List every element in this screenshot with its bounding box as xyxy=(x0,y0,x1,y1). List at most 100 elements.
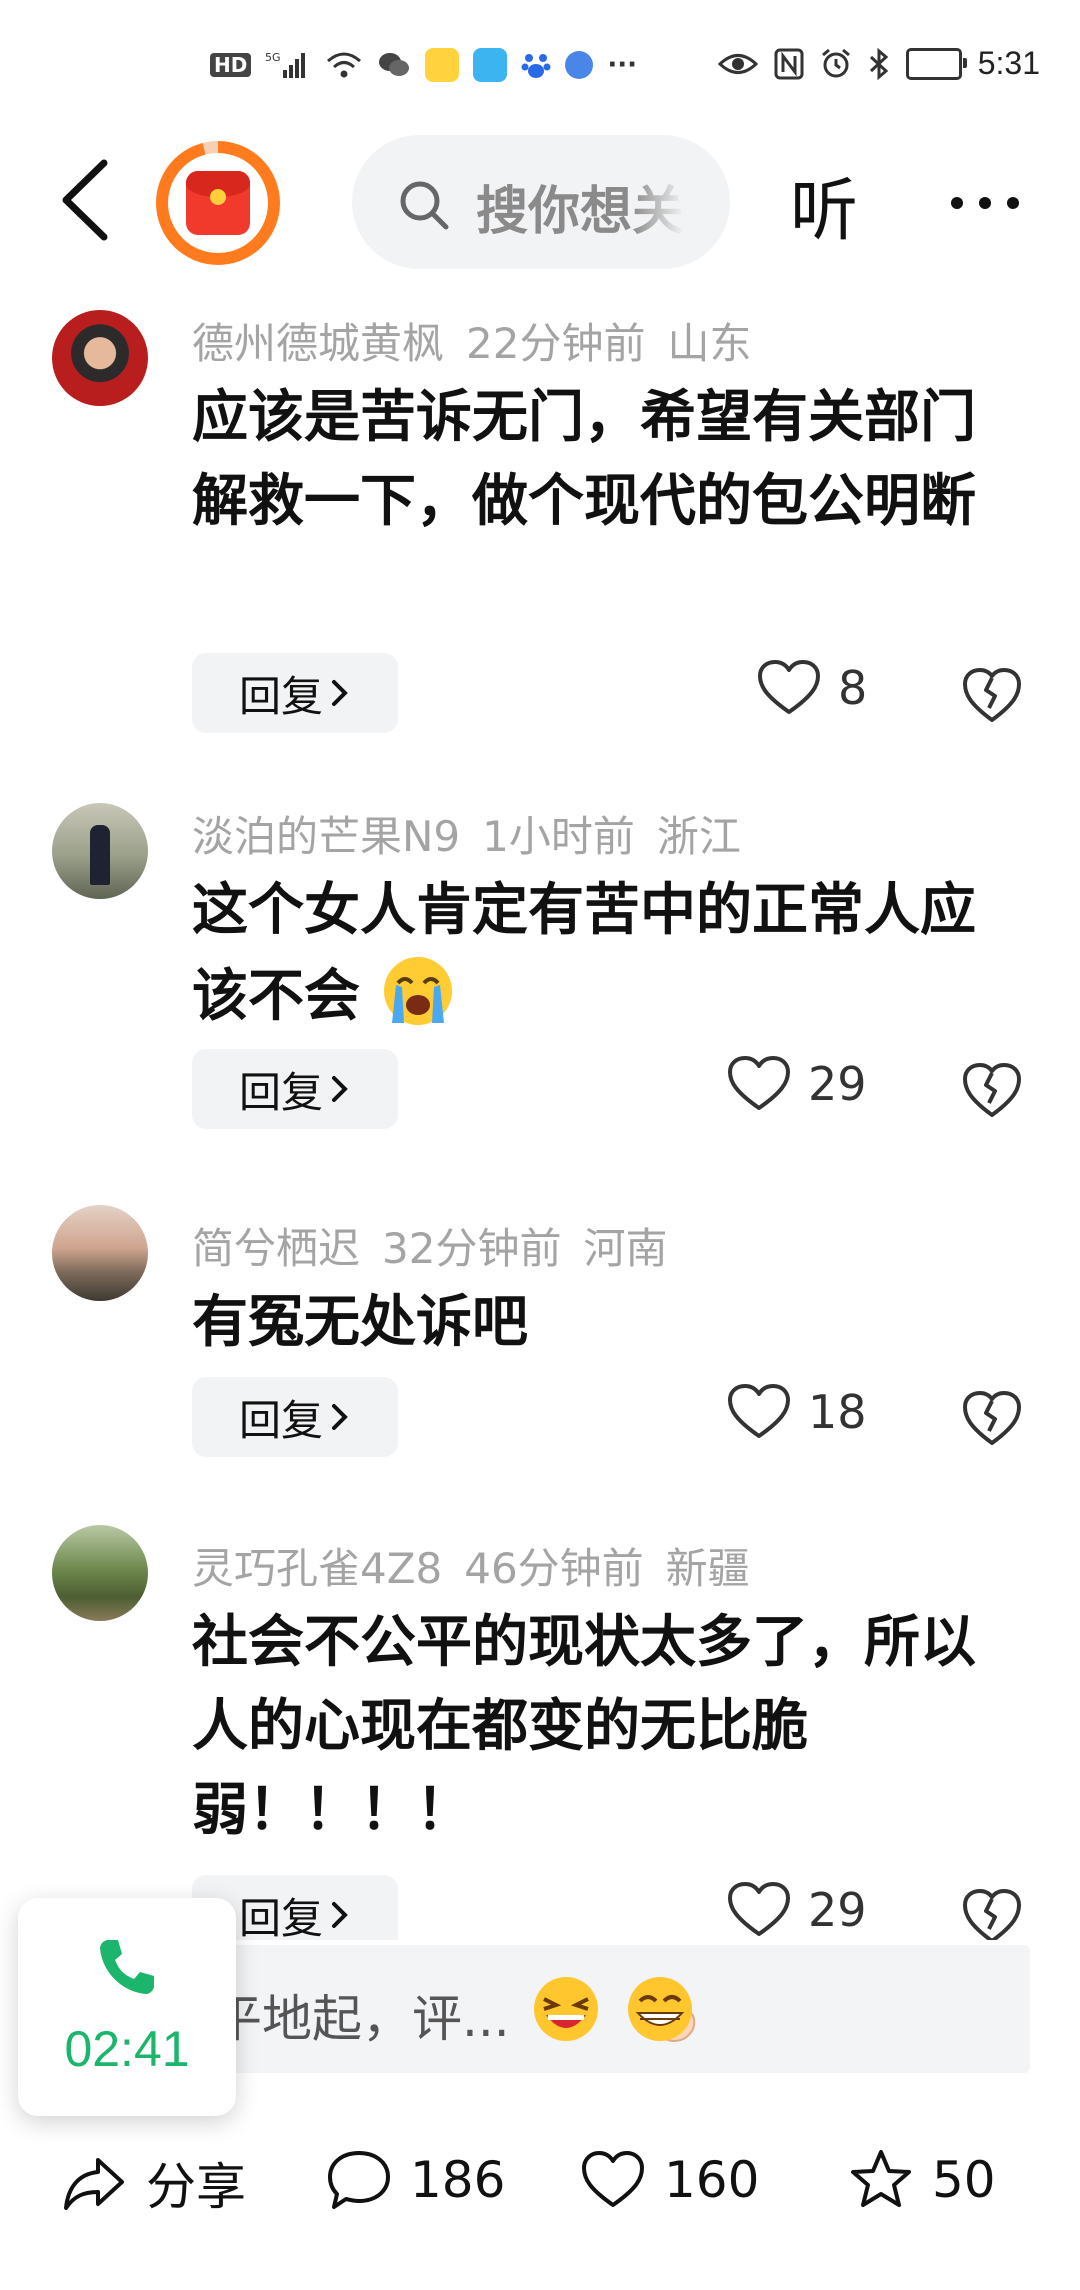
avatar[interactable] xyxy=(52,803,148,899)
comment-username[interactable]: 淡泊的芒果N9 xyxy=(192,812,460,861)
reply-label: 回复 xyxy=(238,1067,323,1117)
reply-label: 回复 xyxy=(238,1395,323,1445)
wechat-icon xyxy=(379,53,410,76)
call-floating-widget[interactable]: 02:41 xyxy=(18,1898,236,2116)
like-button[interactable]: 8 xyxy=(758,660,867,716)
broken-heart-icon[interactable] xyxy=(962,1887,1022,1940)
star-icon xyxy=(851,2150,911,2207)
search-icon xyxy=(400,181,449,230)
comment-input-bar[interactable]: 平地起，评... xyxy=(140,1945,1030,2073)
comment-meta: 灵巧孔雀4Z8 46分钟前 新疆 xyxy=(192,1535,772,1596)
heart-icon xyxy=(758,660,820,714)
heart-icon xyxy=(728,1384,790,1438)
like-count: 29 xyxy=(808,1883,867,1937)
comment-count: 186 xyxy=(410,2151,506,2209)
avatar[interactable] xyxy=(52,310,148,406)
app-icon-2 xyxy=(565,51,594,79)
heart-icon xyxy=(728,1882,790,1936)
comment-text: 有冤无处诉吧 xyxy=(192,1290,528,1355)
reply-button[interactable]: 回复 xyxy=(192,1049,398,1129)
call-duration: 02:41 xyxy=(64,2021,190,2077)
favorite-button[interactable]: 50 xyxy=(848,2147,996,2213)
chevron-right-icon xyxy=(332,1076,348,1102)
wifi-icon xyxy=(327,52,362,78)
share-button[interactable]: 分享 xyxy=(62,2147,246,2219)
search-bar[interactable]: 搜你想关 xyxy=(352,135,730,269)
reply-label: 回复 xyxy=(238,1893,323,1941)
svg-text:5G: 5G xyxy=(265,51,281,64)
comment-location: 山东 xyxy=(667,319,752,368)
battery-icon xyxy=(905,47,967,80)
comment-input-placeholder: 平地起，评... xyxy=(212,1990,510,2048)
red-envelope-icon xyxy=(186,171,250,235)
comment-item: 淡泊的芒果N9 1小时前 浙江 这个女人肯定有苦中的正常人应该不会 回复 29 xyxy=(0,793,1080,1173)
phone-icon xyxy=(100,1940,154,1994)
more-options-icon[interactable] xyxy=(945,173,1025,233)
comment-time: 1小时前 xyxy=(482,812,635,861)
heart-icon xyxy=(728,1056,790,1110)
comment-meta: 淡泊的芒果N9 1小时前 浙江 xyxy=(192,803,763,864)
comment-time: 22分钟前 xyxy=(466,319,646,368)
app-icon xyxy=(473,48,508,82)
chevron-right-icon xyxy=(332,1902,348,1928)
more-dots: ··· xyxy=(607,50,637,80)
share-icon xyxy=(64,2158,124,2210)
comment-item: 德州德城黄枫 22分钟前 山东 应该是苦诉无门，希望有关部门解救一下，做个现代的包公… xyxy=(0,300,1080,740)
comment-location: 浙江 xyxy=(656,812,741,861)
hd-icon: HD xyxy=(210,53,252,77)
like-count: 29 xyxy=(808,1057,867,1111)
back-arrow-icon[interactable] xyxy=(52,155,122,245)
status-right-icons: 5:31 xyxy=(717,45,1040,82)
reply-button[interactable]: 回复 xyxy=(192,653,398,733)
comment-username[interactable]: 德州德城黄枫 xyxy=(192,319,444,368)
listen-button[interactable]: 听 xyxy=(790,155,858,254)
bottom-action-bar: 分享 186 160 50 xyxy=(0,2125,1080,2235)
heart-icon xyxy=(582,2151,644,2207)
search-placeholder: 搜你想关 xyxy=(476,182,685,242)
status-left-icons: HD 5G ··· xyxy=(210,48,637,82)
avatar[interactable] xyxy=(52,1525,148,1621)
reply-button[interactable]: 回复 xyxy=(192,1377,398,1457)
avatar[interactable] xyxy=(52,1205,148,1301)
like-button[interactable]: 29 xyxy=(728,1056,867,1112)
broken-heart-icon[interactable] xyxy=(962,1061,1022,1121)
comment-time: 46分钟前 xyxy=(464,1544,644,1593)
reply-label: 回复 xyxy=(238,671,323,721)
like-post-count: 160 xyxy=(664,2151,760,2209)
5g-signal-icon: 5G xyxy=(265,51,306,78)
comment-bubble-icon xyxy=(328,2151,390,2209)
like-button[interactable]: 29 xyxy=(728,1882,867,1938)
nfc-icon xyxy=(774,48,804,79)
crying-emoji xyxy=(383,957,452,1025)
status-bar: HD 5G ··· 5:31 xyxy=(0,0,1080,130)
comment-location: 河南 xyxy=(583,1224,668,1273)
laughing-emoji[interactable] xyxy=(530,1973,602,2045)
chevron-right-icon xyxy=(332,680,348,706)
comment-item: 灵巧孔雀4Z8 46分钟前 新疆 社会不公平的现状太多了，所以人的心现在都变的无比脆… xyxy=(0,1525,1080,1940)
broken-heart-icon[interactable] xyxy=(962,1389,1022,1449)
grinning-emoji[interactable] xyxy=(624,1973,696,2045)
comment-text: 这个女人肯定有苦中的正常人应该不会 xyxy=(192,869,1012,1039)
comment-username[interactable]: 简兮栖迟 xyxy=(192,1224,360,1273)
red-packet-progress-button[interactable] xyxy=(156,141,280,265)
eye-icon xyxy=(717,53,758,74)
like-post-button[interactable]: 160 xyxy=(580,2147,759,2213)
bluetooth-icon xyxy=(869,47,888,80)
share-label: 分享 xyxy=(146,2158,246,2216)
comment-count-button[interactable]: 186 xyxy=(326,2147,505,2213)
comment-time: 32分钟前 xyxy=(382,1224,562,1273)
comment-text: 社会不公平的现状太多了，所以人的心现在都变的无比脆弱！！！！ xyxy=(192,1610,976,1843)
comment-text: 应该是苦诉无门，希望有关部门解救一下，做个现代的包公明断 xyxy=(192,385,976,534)
alarm-icon xyxy=(821,48,850,77)
status-time: 5:31 xyxy=(977,45,1040,81)
like-button[interactable]: 18 xyxy=(728,1384,867,1440)
favorite-count: 50 xyxy=(932,2151,996,2209)
like-count: 18 xyxy=(808,1385,867,1439)
top-nav: 搜你想关 听 xyxy=(0,135,1080,275)
baidu-icon xyxy=(521,54,551,78)
comment-meta: 简兮栖迟 32分钟前 河南 xyxy=(192,1215,689,1276)
comment-username[interactable]: 灵巧孔雀4Z8 xyxy=(192,1544,442,1593)
broken-heart-icon[interactable] xyxy=(962,666,1022,726)
comment-text-content: 这个女人肯定有苦中的正常人应该不会 xyxy=(192,878,976,1029)
like-count: 8 xyxy=(838,661,868,715)
